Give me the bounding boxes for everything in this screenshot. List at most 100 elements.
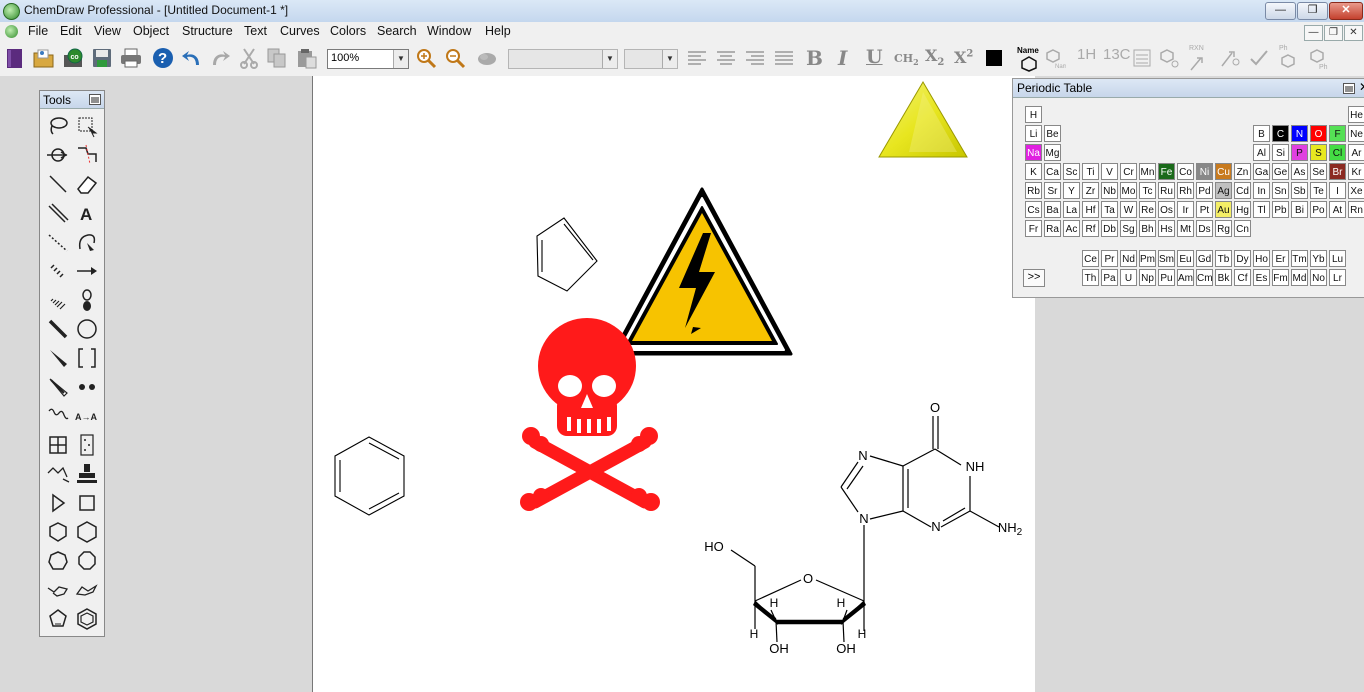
restore-button[interactable]: ❐	[1297, 2, 1328, 20]
doc-minimize-button[interactable]: —	[1304, 25, 1323, 41]
orbital-tool-icon[interactable]	[74, 287, 100, 313]
cyclobutane-icon[interactable]	[74, 490, 100, 516]
doc-restore-button[interactable]: ❐	[1324, 25, 1343, 41]
tlc-plate-icon[interactable]	[74, 432, 100, 458]
element-br[interactable]: Br	[1329, 163, 1346, 180]
superscript-button[interactable]: X2	[954, 48, 973, 67]
chevron-down-icon[interactable]: ▼	[662, 50, 677, 68]
element-nb[interactable]: Nb	[1101, 182, 1118, 199]
cycloheptane-icon[interactable]	[45, 548, 71, 574]
element-bk[interactable]: Bk	[1215, 269, 1232, 286]
menu-object[interactable]: Object	[133, 24, 169, 38]
mass-fragmentation-icon[interactable]	[74, 142, 100, 168]
cut-icon[interactable]	[238, 47, 260, 69]
element-dy[interactable]: Dy	[1234, 250, 1251, 267]
help-icon[interactable]: ?	[152, 47, 174, 69]
element-am[interactable]: Am	[1177, 269, 1194, 286]
element-fr[interactable]: Fr	[1025, 220, 1042, 237]
element-au[interactable]: Au	[1215, 201, 1232, 218]
element-pt[interactable]: Pt	[1196, 201, 1213, 218]
formula-button[interactable]: CH2	[894, 52, 919, 67]
atom-label-n9[interactable]: N	[859, 511, 868, 526]
eraser-icon[interactable]	[74, 171, 100, 197]
element-es[interactable]: Es	[1253, 269, 1270, 286]
element-he[interactable]: He	[1348, 106, 1364, 123]
hollow-wedge-icon[interactable]	[45, 374, 71, 400]
new-document-icon[interactable]	[4, 47, 26, 69]
menu-file[interactable]: File	[28, 24, 48, 38]
play-triangle-icon[interactable]	[45, 490, 71, 516]
atom-label-h-c3[interactable]: H	[770, 596, 779, 610]
element-no[interactable]: No	[1310, 269, 1327, 286]
element-pm[interactable]: Pm	[1139, 250, 1156, 267]
element-cr[interactable]: Cr	[1120, 163, 1137, 180]
element-xe[interactable]: Xe	[1348, 182, 1364, 199]
element-ir[interactable]: Ir	[1177, 201, 1194, 218]
chemical-symbols-icon[interactable]	[74, 374, 100, 400]
menu-window[interactable]: Window	[427, 24, 471, 38]
element-ca[interactable]: Ca	[1044, 163, 1061, 180]
align-center-icon[interactable]	[715, 47, 737, 69]
element-np[interactable]: Np	[1139, 269, 1156, 286]
menu-view[interactable]: View	[94, 24, 121, 38]
tools-palette-header[interactable]: Tools	[40, 91, 104, 109]
atom-label-n3[interactable]: N	[931, 519, 940, 534]
element-lr[interactable]: Lr	[1329, 269, 1346, 286]
element-ba[interactable]: Ba	[1044, 201, 1061, 218]
close-button[interactable]: ✕	[1329, 2, 1363, 20]
element-zn[interactable]: Zn	[1234, 163, 1251, 180]
element-sb[interactable]: Sb	[1291, 182, 1308, 199]
element-fe[interactable]: Fe	[1158, 163, 1175, 180]
element-in[interactable]: In	[1253, 182, 1270, 199]
cyclopentadiene-icon[interactable]	[45, 606, 71, 632]
element-al[interactable]: Al	[1253, 144, 1270, 161]
menu-structure[interactable]: Structure	[182, 24, 233, 38]
element-lu[interactable]: Lu	[1329, 250, 1346, 267]
cyclooctane-icon[interactable]	[74, 548, 100, 574]
element-zr[interactable]: Zr	[1082, 182, 1099, 199]
element-tc[interactable]: Tc	[1139, 182, 1156, 199]
document-canvas[interactable]: O NH N N N NH2 O HO OH OH H H H H	[312, 76, 1036, 692]
element-yb[interactable]: Yb	[1310, 250, 1327, 267]
element-sn[interactable]: Sn	[1272, 182, 1289, 199]
chemdraw-online-icon[interactable]: co	[62, 47, 84, 69]
predict-13c-nmr-button[interactable]: 13C	[1103, 46, 1131, 63]
element-w[interactable]: W	[1120, 201, 1137, 218]
element-p[interactable]: P	[1291, 144, 1308, 161]
bold-button[interactable]: B	[806, 46, 823, 70]
element-v[interactable]: V	[1101, 163, 1118, 180]
element-h[interactable]: H	[1025, 106, 1042, 123]
element-n[interactable]: N	[1291, 125, 1308, 142]
element-md[interactable]: Md	[1291, 269, 1308, 286]
element-mg[interactable]: Mg	[1044, 144, 1061, 161]
element-ta[interactable]: Ta	[1101, 201, 1118, 218]
wedge-bond-icon[interactable]	[45, 345, 71, 371]
open-folder-icon[interactable]	[33, 47, 55, 69]
align-left-icon[interactable]	[686, 47, 708, 69]
element-hf[interactable]: Hf	[1082, 201, 1099, 218]
menu-help[interactable]: Help	[485, 24, 511, 38]
atom-label-nh[interactable]: NH	[966, 459, 985, 474]
element-te[interactable]: Te	[1310, 182, 1327, 199]
font-size-select[interactable]: ▼	[624, 49, 678, 69]
element-eu[interactable]: Eu	[1177, 250, 1194, 267]
element-sg[interactable]: Sg	[1120, 220, 1137, 237]
element-co[interactable]: Co	[1177, 163, 1194, 180]
element-fm[interactable]: Fm	[1272, 269, 1289, 286]
element-pu[interactable]: Pu	[1158, 269, 1175, 286]
chair-cyclohexane-2-icon[interactable]	[74, 577, 100, 603]
text-tool-icon[interactable]: A	[74, 200, 100, 226]
align-right-icon[interactable]	[744, 47, 766, 69]
element-rf[interactable]: Rf	[1082, 220, 1099, 237]
element-cd[interactable]: Cd	[1234, 182, 1251, 199]
menu-colors[interactable]: Colors	[330, 24, 366, 38]
zoom-out-icon[interactable]	[444, 47, 466, 69]
element-bh[interactable]: Bh	[1139, 220, 1156, 237]
expand-label-button[interactable]: Ph	[1275, 45, 1301, 73]
marquee-icon[interactable]	[74, 113, 100, 139]
contract-label-button[interactable]: Ph	[1305, 45, 1331, 73]
element-ga[interactable]: Ga	[1253, 163, 1270, 180]
paste-icon[interactable]	[296, 47, 318, 69]
element-cm[interactable]: Cm	[1196, 269, 1213, 286]
element-y[interactable]: Y	[1063, 182, 1080, 199]
